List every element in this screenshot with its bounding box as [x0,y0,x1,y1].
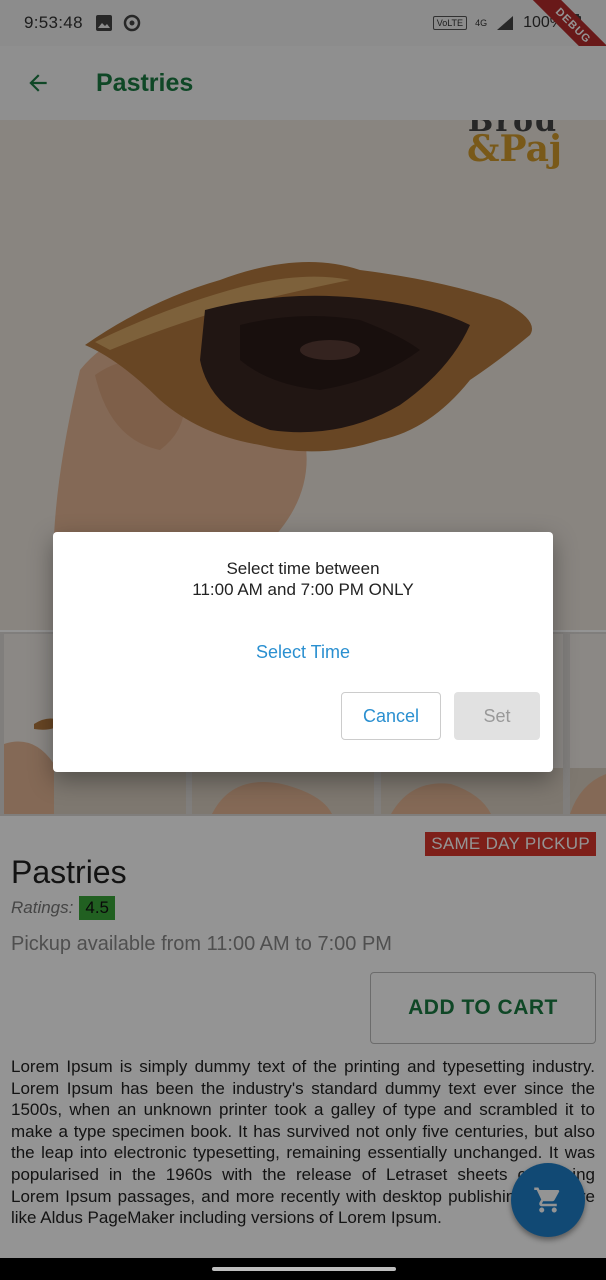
home-gesture-handle[interactable] [212,1267,396,1271]
dialog-message-line2: 11:00 AM and 7:00 PM ONLY [192,580,414,599]
select-time-button[interactable]: Select Time [53,642,553,663]
time-picker-dialog: Select time between 11:00 AM and 7:00 PM… [53,532,553,772]
set-button[interactable]: Set [454,692,540,740]
system-nav-bar [0,1258,606,1280]
dialog-message: Select time between 11:00 AM and 7:00 PM… [53,558,553,600]
dialog-message-line1: Select time between [226,559,380,578]
cancel-button[interactable]: Cancel [341,692,441,740]
